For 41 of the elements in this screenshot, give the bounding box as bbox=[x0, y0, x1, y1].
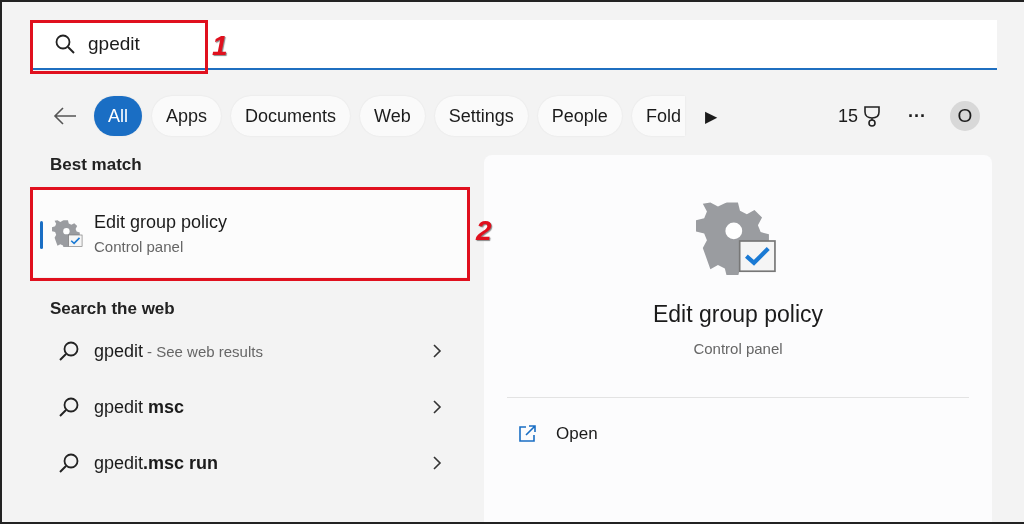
filter-tab[interactable]: Documents bbox=[231, 96, 351, 136]
callout-number: 1 bbox=[212, 30, 228, 62]
filter-tab[interactable]: Web bbox=[360, 96, 425, 136]
callout-number: 2 bbox=[476, 215, 492, 247]
search-icon bbox=[54, 33, 76, 55]
chevron-right-icon bbox=[432, 456, 442, 470]
points-button[interactable]: 15 bbox=[838, 105, 882, 127]
back-button[interactable] bbox=[52, 106, 78, 126]
open-action[interactable]: Open bbox=[518, 423, 598, 444]
web-result[interactable]: gpedit msc bbox=[30, 379, 470, 435]
chevron-right-icon bbox=[432, 400, 442, 414]
selection-indicator bbox=[40, 221, 43, 249]
gear-checkbox-icon bbox=[52, 218, 84, 248]
external-link-icon bbox=[518, 424, 536, 443]
details-subtitle: Control panel bbox=[693, 339, 783, 357]
result-subtitle: Control panel bbox=[94, 237, 185, 255]
result-text: gpedit bbox=[94, 340, 144, 362]
result-text: gpedit.msc run bbox=[94, 452, 219, 474]
search-icon bbox=[58, 396, 80, 418]
search-input[interactable]: gpedit bbox=[88, 33, 168, 55]
result-title: Edit group policy bbox=[94, 211, 228, 233]
web-result[interactable]: gpedit.msc run bbox=[30, 435, 470, 491]
trophy-icon bbox=[862, 105, 882, 127]
filter-tab[interactable]: Settings bbox=[434, 96, 528, 136]
details-title: Edit group policy bbox=[652, 300, 823, 328]
search-icon bbox=[58, 340, 80, 362]
more-options-button[interactable]: ··· bbox=[908, 105, 926, 127]
account-avatar[interactable]: O bbox=[950, 101, 980, 131]
filter-tab[interactable]: Fold bbox=[631, 96, 685, 136]
filter-tab[interactable]: People bbox=[537, 96, 622, 136]
section-heading: Best match bbox=[50, 155, 143, 175]
filter-tab[interactable]: All bbox=[94, 96, 142, 136]
web-result[interactable]: gpedit - See web results bbox=[30, 323, 470, 379]
section-heading: Search the web bbox=[50, 299, 176, 319]
chevron-right-icon bbox=[432, 344, 442, 358]
back-arrow-icon bbox=[52, 106, 78, 126]
search-icon bbox=[58, 452, 80, 474]
result-text: gpedit msc bbox=[94, 396, 185, 418]
more-filters-button[interactable]: ▶ bbox=[704, 106, 717, 126]
filter-tab[interactable]: Apps bbox=[152, 96, 222, 136]
result-hint: - See web results bbox=[147, 342, 263, 360]
